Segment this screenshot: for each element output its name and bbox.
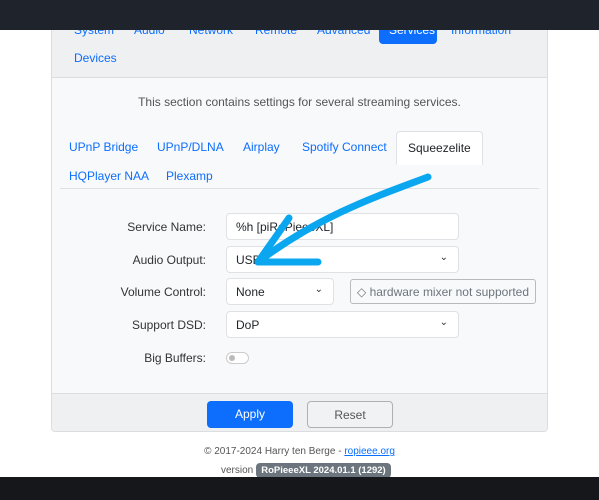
annotation-arrow [254, 173, 432, 266]
bottom-bar [0, 477, 599, 500]
arrow-shaft [254, 173, 432, 266]
top-bar [0, 0, 599, 30]
